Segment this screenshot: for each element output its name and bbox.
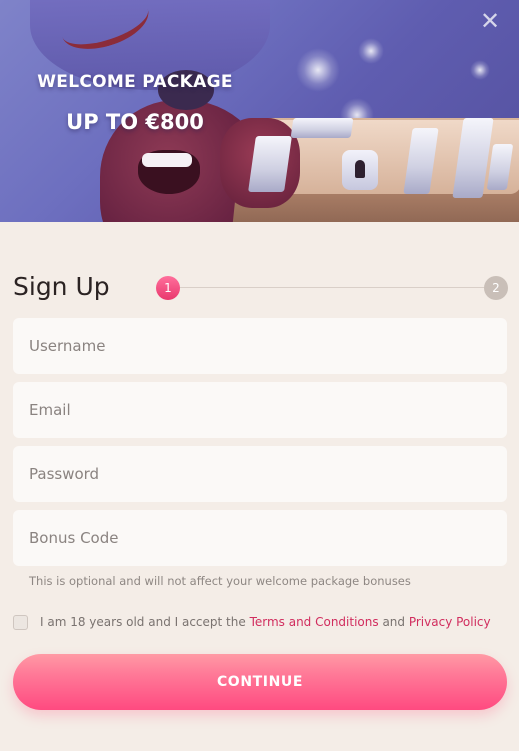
- password-input[interactable]: [13, 446, 507, 502]
- banner-text: WELCOME PACKAGE UP TO €800: [0, 72, 270, 134]
- signup-modal: WELCOME PACKAGE UP TO €800 ✕ Sign Up 1 2…: [0, 0, 519, 751]
- username-input[interactable]: [13, 318, 507, 374]
- banner-title: WELCOME PACKAGE: [37, 72, 233, 92]
- age-terms-checkbox[interactable]: [13, 614, 28, 630]
- glow-sparkle: [358, 38, 384, 64]
- glow-sparkle: [296, 48, 340, 92]
- signup-form: Sign Up 1 2 This is optional and will no…: [0, 222, 519, 751]
- consent-text: I am 18 years old and I accept the Terms…: [40, 615, 491, 629]
- form-header: Sign Up 1 2: [13, 270, 508, 310]
- progress-stepper: 1 2: [156, 276, 508, 300]
- step-1-indicator: 1: [156, 276, 180, 300]
- consent-row: I am 18 years old and I accept the Terms…: [13, 612, 507, 632]
- banner-subtitle: UP TO €800: [66, 110, 204, 134]
- keyhole-icon: [342, 150, 378, 190]
- terms-link[interactable]: Terms and Conditions: [250, 615, 379, 629]
- email-input[interactable]: [13, 382, 507, 438]
- close-button[interactable]: ✕: [477, 8, 503, 34]
- consent-prefix: I am 18 years old and I accept the: [40, 615, 250, 629]
- bonus-code-hint: This is optional and will not affect you…: [29, 574, 411, 588]
- character-teeth-illustration: [142, 153, 192, 167]
- stepper-line: [178, 287, 486, 288]
- close-icon: ✕: [479, 7, 501, 35]
- bonus-code-input[interactable]: [13, 510, 507, 566]
- consent-joiner: and: [378, 615, 409, 629]
- page-title: Sign Up: [13, 272, 110, 301]
- privacy-link[interactable]: Privacy Policy: [409, 615, 491, 629]
- welcome-banner: WELCOME PACKAGE UP TO €800 ✕: [0, 0, 519, 222]
- glow-sparkle: [470, 60, 490, 80]
- chest-metal-band: [290, 118, 354, 138]
- continue-button[interactable]: CONTINUE: [13, 654, 507, 710]
- step-2-indicator: 2: [484, 276, 508, 300]
